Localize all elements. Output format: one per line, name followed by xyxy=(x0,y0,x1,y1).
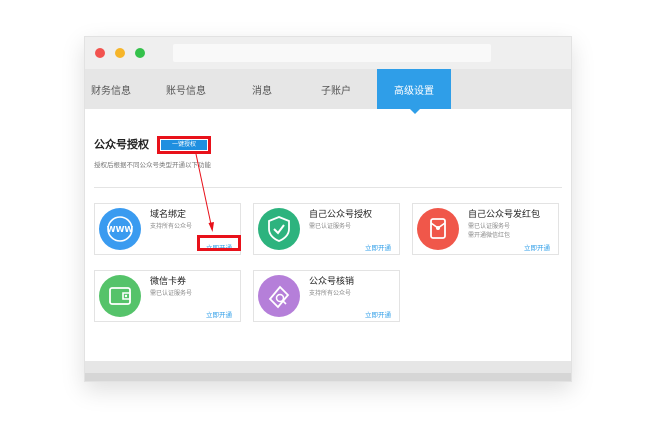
card-title: 自己公众号授权 xyxy=(309,210,373,220)
minimize-window-icon[interactable] xyxy=(115,48,125,58)
activate-now-link[interactable]: 立即开通 xyxy=(365,309,391,319)
authorize-button-highlight: 一键授权 xyxy=(157,136,211,154)
footer-scrollbar[interactable] xyxy=(85,373,571,381)
zoom-window-icon[interactable] xyxy=(135,48,145,58)
tab-advanced-settings[interactable]: 高级设置 xyxy=(377,69,451,109)
one-click-authorize-button[interactable]: 一键授权 xyxy=(161,140,207,150)
activate-now-link[interactable]: 立即开通 xyxy=(524,242,550,252)
section-hint: 授权后根据不同公众号类型开通以下功能 xyxy=(94,161,211,169)
card-desc: 需已认证服务号 需开通微信红包 xyxy=(468,223,511,239)
card-desc: 需已认证服务号 xyxy=(150,290,193,297)
ticket-search-icon xyxy=(258,275,300,317)
close-window-icon[interactable] xyxy=(95,48,105,58)
card-desc: 支持所有公众号 xyxy=(150,223,193,230)
tab-bar: 财务信息 账号信息 消息 子账户 高级设置 xyxy=(85,69,571,109)
address-bar[interactable] xyxy=(173,44,491,62)
active-tab-caret xyxy=(410,109,420,114)
feature-card-own-account-authorization: 自己公众号授权 需已认证服务号 立即开通 xyxy=(253,203,400,255)
feature-card-wechat-coupons: 微信卡券 需已认证服务号 立即开通 xyxy=(94,270,241,322)
title-bar xyxy=(85,37,571,69)
card-title: 域名绑定 xyxy=(150,210,187,220)
tab-sub-accounts[interactable]: 子账户 xyxy=(310,69,362,109)
section-divider xyxy=(94,187,562,188)
shield-check-icon xyxy=(258,208,300,250)
browser-window: 财务信息 账号信息 消息 子账户 高级设置 公众号授权 一键授权 授权后根据不同… xyxy=(84,36,572,382)
activate-link-highlight xyxy=(197,235,241,251)
feature-card-red-envelope: 自己公众号发红包 需已认证服务号 需开通微信红包 立即开通 xyxy=(412,203,559,255)
footer-band xyxy=(85,361,571,373)
card-title: 公众号核销 xyxy=(309,277,355,287)
wallet-icon xyxy=(99,275,141,317)
red-envelope-icon xyxy=(417,208,459,250)
tab-messages[interactable]: 消息 xyxy=(240,69,284,109)
activate-now-link[interactable]: 立即开通 xyxy=(365,242,391,252)
card-desc: 支持所有公众号 xyxy=(309,290,352,297)
svg-text:WWW: WWW xyxy=(107,225,134,234)
section-title: 公众号授权 xyxy=(94,138,149,151)
card-desc: 需已认证服务号 xyxy=(309,223,352,230)
card-title: 自己公众号发红包 xyxy=(468,210,541,220)
card-title: 微信卡券 xyxy=(150,277,187,287)
tab-finance[interactable]: 财务信息 xyxy=(85,69,137,109)
tab-account[interactable]: 账号信息 xyxy=(155,69,217,109)
feature-card-account-verification: 公众号核销 支持所有公众号 立即开通 xyxy=(253,270,400,322)
www-globe-icon: WWW xyxy=(99,208,141,250)
activate-now-link[interactable]: 立即开通 xyxy=(206,309,232,319)
